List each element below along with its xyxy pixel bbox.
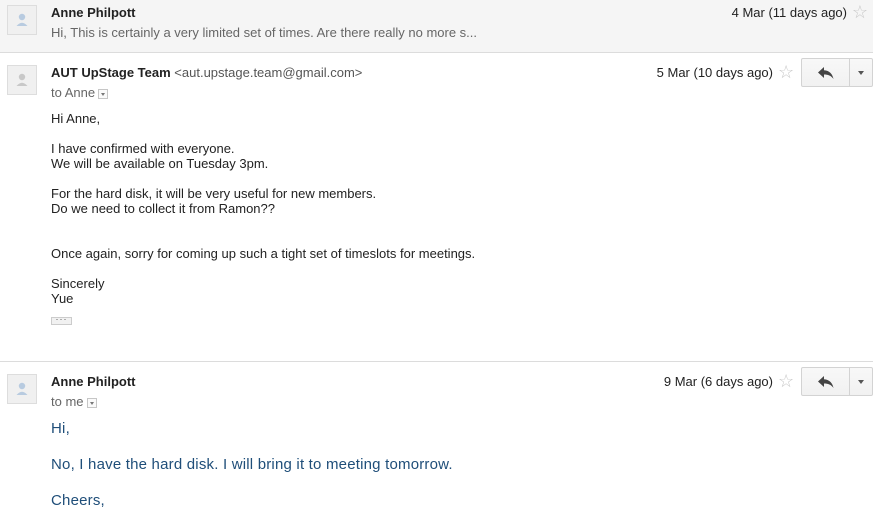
chevron-down-icon bbox=[858, 379, 865, 384]
message-collapsed[interactable]: Anne Philpott Hi, This is certainly a ve… bbox=[0, 0, 873, 52]
more-actions-button[interactable] bbox=[850, 368, 872, 395]
body-line: Cheers, bbox=[51, 492, 105, 509]
person-icon bbox=[16, 382, 28, 395]
person-icon bbox=[16, 73, 28, 86]
more-actions-button[interactable] bbox=[850, 59, 872, 86]
avatar bbox=[7, 5, 37, 35]
chevron-down-icon bbox=[858, 70, 865, 75]
show-details-dropdown[interactable] bbox=[86, 397, 97, 408]
body-line: Sincerely bbox=[51, 276, 105, 291]
reply-button-group bbox=[801, 58, 873, 87]
body-line: Hi Anne, bbox=[51, 111, 101, 126]
body-line: Yue bbox=[51, 291, 74, 306]
star-icon[interactable]: ☆ bbox=[778, 63, 794, 81]
recipient-line: to Anne bbox=[51, 85, 109, 100]
reply-icon bbox=[817, 375, 834, 388]
message-date: 9 Mar (6 days ago) bbox=[663, 374, 773, 389]
divider bbox=[0, 52, 873, 53]
show-trimmed-content-button[interactable]: ··· bbox=[51, 315, 72, 325]
person-icon bbox=[16, 13, 28, 26]
reply-button-group bbox=[801, 367, 873, 396]
star-icon[interactable]: ☆ bbox=[778, 372, 794, 390]
show-details-dropdown[interactable] bbox=[98, 88, 109, 99]
body-line: Do we need to collect it from Ramon?? bbox=[51, 201, 275, 216]
body-line: For the hard disk, it will be very usefu… bbox=[51, 186, 377, 201]
sender-name: Anne Philpott bbox=[51, 5, 136, 20]
recipient-label: to me bbox=[51, 394, 84, 409]
recipient-label: to Anne bbox=[51, 85, 96, 100]
body-line: No, I have the hard disk. I will bring i… bbox=[51, 456, 453, 473]
body-line: I have confirmed with everyone. bbox=[51, 141, 235, 156]
sender-line: AUT UpStage Team <aut.upstage.team@gmail… bbox=[51, 65, 362, 80]
body-line: We will be available on Tuesday 3pm. bbox=[51, 156, 269, 171]
avatar bbox=[7, 374, 37, 404]
message-snippet: Hi, This is certainly a very limited set… bbox=[51, 25, 478, 40]
reply-icon bbox=[817, 66, 834, 79]
star-icon[interactable]: ☆ bbox=[852, 3, 868, 21]
sender-email: <aut.upstage.team@gmail.com> bbox=[174, 65, 363, 80]
divider bbox=[0, 361, 873, 362]
reply-button[interactable] bbox=[802, 59, 851, 86]
sender-name: Anne Philpott bbox=[51, 374, 136, 389]
message-date: 4 Mar (11 days ago) bbox=[731, 5, 847, 20]
body-line: Hi, bbox=[51, 420, 70, 437]
message-date: 5 Mar (10 days ago) bbox=[656, 65, 773, 80]
sender-name: AUT UpStage Team bbox=[51, 65, 171, 80]
recipient-line: to me bbox=[51, 394, 97, 409]
avatar bbox=[7, 65, 37, 95]
body-line: Once again, sorry for coming up such a t… bbox=[51, 246, 476, 261]
reply-button[interactable] bbox=[802, 368, 851, 395]
